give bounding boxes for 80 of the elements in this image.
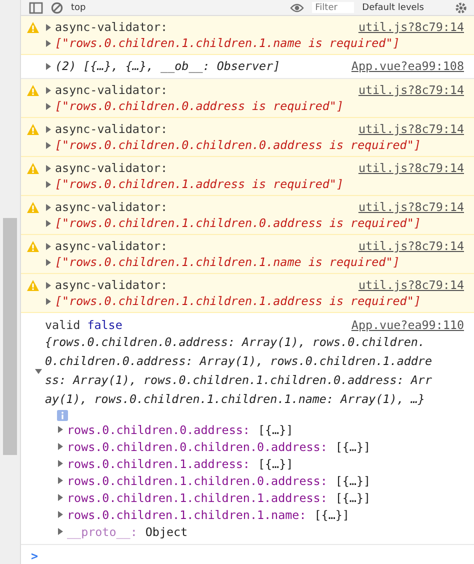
property-value: [{…}] xyxy=(314,508,350,522)
property-value: [{…}] xyxy=(258,456,294,470)
expand-arrow-icon[interactable] xyxy=(45,258,52,266)
expand-arrow-icon[interactable] xyxy=(45,282,52,288)
property-key: rows.0.children.0.children.0.address: xyxy=(67,440,328,454)
warning-icon xyxy=(27,202,39,213)
message-label: async-validator: xyxy=(55,278,168,292)
property-value: [{…}] xyxy=(258,422,294,436)
message-label: async-validator: xyxy=(55,161,168,175)
source-link[interactable]: App.vue?ea99:108 xyxy=(351,58,464,74)
expand-arrow-icon[interactable] xyxy=(45,126,52,132)
warning-icon xyxy=(27,124,39,135)
array-preview-text: (2) [{…}, {…}, __ob__: Observer] xyxy=(55,59,280,73)
context-selector[interactable]: top xyxy=(71,2,86,12)
expand-arrow-icon[interactable] xyxy=(45,164,52,172)
source-link[interactable]: util.js?8c79:14 xyxy=(358,121,464,137)
sidebar-toggle-icon[interactable] xyxy=(29,2,43,14)
expand-arrow-icon[interactable] xyxy=(45,180,52,188)
expand-arrow-icon[interactable] xyxy=(57,494,64,501)
property-key: rows.0.children.1.children.0.address: xyxy=(67,474,328,488)
expand-arrow-icon[interactable] xyxy=(45,24,52,30)
property-value: [{…}] xyxy=(335,440,371,454)
source-link[interactable]: util.js?8c79:14 xyxy=(358,199,464,215)
warning-icon xyxy=(27,85,39,96)
expand-arrow-icon[interactable] xyxy=(45,40,52,46)
message-label: async-validator: xyxy=(55,200,168,214)
message-label: async-validator: xyxy=(55,122,168,136)
property-key: rows.0.children.0.address: xyxy=(67,422,250,436)
warning-icon xyxy=(27,163,39,174)
expand-arrow-icon[interactable] xyxy=(57,426,64,433)
error-array-text: ["rows.0.children.0.address is required"] xyxy=(55,99,344,113)
expand-arrow-icon[interactable] xyxy=(45,102,52,110)
expand-arrow-icon[interactable] xyxy=(45,86,52,94)
expand-arrow-icon[interactable] xyxy=(45,142,52,148)
prompt-caret[interactable]: > xyxy=(31,549,38,563)
property-value: Object xyxy=(145,524,188,538)
warning-icon xyxy=(27,22,39,33)
clear-console-icon[interactable] xyxy=(51,2,63,14)
property-key: __proto__: xyxy=(67,524,138,538)
warning-icon xyxy=(27,241,39,252)
source-link[interactable]: util.js?8c79:14 xyxy=(358,238,464,254)
error-array-text: ["rows.0.children.1.address is required"] xyxy=(55,177,344,191)
property-key: rows.0.children.1.address: xyxy=(67,456,250,470)
error-array-text: ["rows.0.children.1.children.0.address is required"] xyxy=(55,216,421,230)
expand-arrow-icon[interactable] xyxy=(45,220,52,226)
property-value: [{…}] xyxy=(335,490,371,504)
boolean-value: false xyxy=(87,318,122,332)
expand-arrow-icon[interactable] xyxy=(57,477,64,484)
object-preview-text: {rows.0.children.0.address: Array(1), rows.0.children.0.children.0.address: Array(1), rows.0.children.1.address: Array(1), rows.0.children.1.children.0.address: Array(1), rows.0.children.1.children.1.name: Array(1), …} xyxy=(45,334,432,408)
expand-arrow-icon[interactable] xyxy=(57,460,64,467)
expand-arrow-icon[interactable] xyxy=(45,242,52,250)
filter-field[interactable]: Filter xyxy=(312,2,354,13)
expanded-arrow-icon[interactable] xyxy=(35,368,42,374)
source-link[interactable]: util.js?8c79:14 xyxy=(358,160,464,176)
expand-arrow-icon[interactable] xyxy=(57,443,64,450)
message-label: async-validator: xyxy=(55,83,168,97)
settings-icon[interactable] xyxy=(454,2,468,14)
error-array-text: ["rows.0.children.1.children.1.name is required"] xyxy=(55,255,400,269)
eye-icon[interactable] xyxy=(290,2,304,14)
source-link[interactable]: App.vue?ea99:110 xyxy=(351,316,464,332)
expand-arrow-icon[interactable] xyxy=(45,204,52,210)
error-array-text: ["rows.0.children.1.children.1.name is required"] xyxy=(55,36,400,50)
error-array-text: ["rows.0.children.1.children.1.address is required"] xyxy=(55,294,421,308)
source-link[interactable]: util.js?8c79:14 xyxy=(358,19,464,35)
expand-arrow-icon[interactable] xyxy=(45,62,52,70)
property-value: [{…}] xyxy=(335,474,371,488)
property-key: rows.0.children.1.children.1.name: xyxy=(67,508,306,522)
source-link[interactable]: util.js?8c79:14 xyxy=(358,82,464,98)
property-key: rows.0.children.1.children.1.address: xyxy=(67,490,328,504)
source-link[interactable]: util.js?8c79:14 xyxy=(358,277,464,293)
warning-icon xyxy=(27,280,39,291)
levels-dropdown[interactable]: Default levels xyxy=(362,2,424,12)
message-label: async-validator: xyxy=(55,20,168,34)
scrollbar-thumb[interactable] xyxy=(3,218,17,455)
expand-arrow-icon[interactable] xyxy=(57,528,64,535)
log-label: valid xyxy=(45,318,80,332)
message-label: async-validator: xyxy=(55,239,168,253)
error-array-text: ["rows.0.children.0.children.0.address is required"] xyxy=(55,138,421,152)
expand-arrow-icon[interactable] xyxy=(45,298,52,304)
expand-arrow-icon[interactable] xyxy=(57,511,64,518)
